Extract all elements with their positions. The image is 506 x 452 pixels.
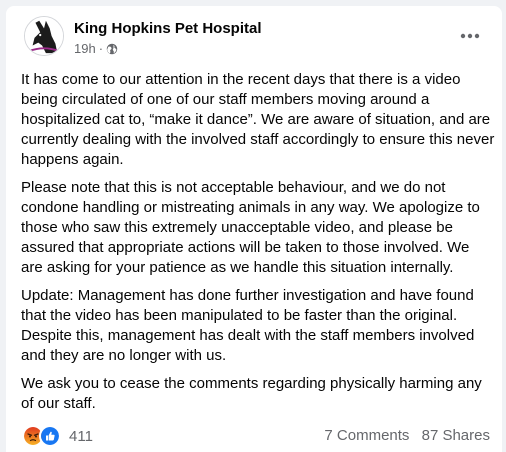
post-timestamp[interactable]: 19h — [74, 41, 96, 56]
more-options-icon — [460, 33, 480, 39]
post-header: King Hopkins Pet Hospital 19h · — [24, 16, 490, 62]
post-body: It has come to our attention in the rece… — [21, 70, 495, 422]
engagement-stats: 7 Comments 87 Shares — [324, 427, 490, 444]
post-meta: 19h · — [74, 41, 118, 56]
like-reaction-icon — [39, 425, 61, 447]
comments-count-link[interactable]: 7 Comments — [324, 427, 409, 444]
globe-icon — [106, 43, 118, 54]
post-card: King Hopkins Pet Hospital 19h · It has c… — [6, 6, 502, 452]
more-options-button[interactable] — [454, 20, 486, 52]
meta-separator: · — [98, 41, 104, 56]
dog-silhouette-icon — [25, 17, 63, 55]
reactions-summary[interactable]: 411 — [22, 424, 93, 448]
page-avatar[interactable] — [24, 16, 64, 56]
post-footer: 411 7 Comments 87 Shares — [22, 424, 490, 448]
page-name-link[interactable]: King Hopkins Pet Hospital — [74, 20, 262, 37]
post-paragraph: It has come to our attention in the rece… — [21, 71, 495, 168]
shares-count-link[interactable]: 87 Shares — [422, 427, 490, 444]
post-paragraph: Update: Management has done further inve… — [21, 287, 475, 364]
reaction-count: 411 — [69, 427, 93, 445]
post-paragraph: Please note that this is not acceptable … — [21, 179, 480, 276]
post-paragraph: We ask you to cease the comments regardi… — [21, 375, 482, 412]
